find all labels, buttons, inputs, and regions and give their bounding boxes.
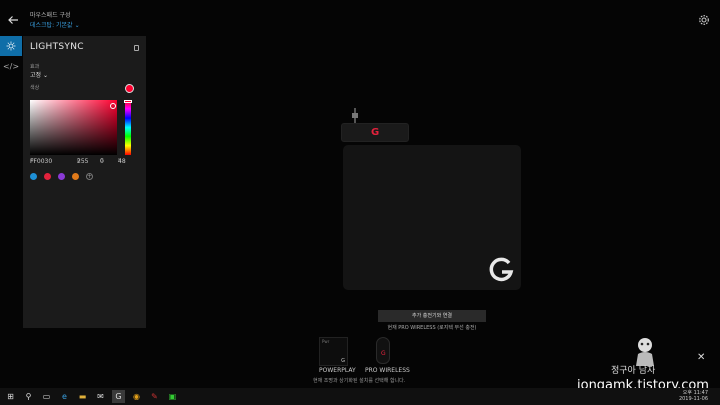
task-view-icon[interactable]: ▭ [40, 390, 53, 403]
mouse-icon: G [376, 337, 390, 364]
back-arrow-icon[interactable] [6, 14, 20, 28]
preset-color-2[interactable] [44, 173, 51, 180]
color-picker-handle[interactable] [110, 103, 116, 109]
chevron-down-icon: ⌄ [74, 22, 80, 29]
device-tag: Pwr [322, 339, 330, 344]
mail-icon[interactable]: ✉ [94, 390, 107, 403]
g-logo-icon: G [341, 358, 345, 364]
code-icon[interactable]: </> [0, 56, 22, 76]
sun-icon [6, 41, 16, 51]
breadcrumb: 마우스패드 구성 [30, 12, 71, 19]
profile-label: 데스크탑: 기본값 [30, 22, 73, 29]
profile-selector[interactable]: 데스크탑: 기본값 ⌄ [30, 20, 80, 29]
charging-dongle[interactable]: G [341, 123, 409, 142]
effect-value: 고정 [30, 72, 42, 79]
preset-color-3[interactable] [58, 173, 65, 180]
watermark-line1: 정구아 남자 [611, 366, 656, 376]
device-label-pro-wireless: PRO WIRELESS [365, 367, 410, 374]
preset-color-1[interactable] [30, 173, 37, 180]
lightsync-panel: LIGHTSYNC 효과 고정 ⌄ 색상 # FF0030 R 255 G 0 … [23, 36, 146, 328]
kakaotalk-icon[interactable]: ▣ [166, 390, 179, 403]
usb-plug [352, 113, 358, 118]
device-powerplay[interactable]: Pwr G [319, 337, 348, 366]
color-label: 색상 [30, 85, 40, 91]
device-pro-wireless[interactable]: G [374, 337, 392, 366]
preset-color-4[interactable] [72, 173, 79, 180]
effect-label: 효과 [30, 64, 40, 70]
app-icon[interactable]: ✎ [148, 390, 161, 403]
g-logo-icon [489, 257, 514, 282]
close-icon[interactable]: ✕ [697, 352, 705, 363]
effect-dropdown[interactable]: 고정 ⌄ [30, 70, 48, 79]
g-logo-icon: G [371, 127, 380, 138]
current-color-swatch[interactable] [125, 84, 134, 93]
hue-slider-handle[interactable] [124, 100, 132, 103]
chevron-down-icon: ⌄ [42, 72, 48, 79]
gear-icon[interactable] [698, 14, 710, 26]
ghub-window: 마우스패드 구성 데스크탑: 기본값 ⌄ </> LIGHTSYNC 효과 고정 … [0, 0, 720, 393]
left-rail: </> [0, 36, 22, 76]
mousepad-image[interactable] [343, 145, 521, 290]
clock[interactable]: 오후 11:47 2019-11-06 [679, 390, 708, 402]
hint-text: 현재 조명과 상기화된 설치를 선택해 합니다. [313, 378, 406, 384]
date: 2019-11-06 [678, 396, 708, 402]
lightsync-tab[interactable] [0, 36, 22, 56]
ghub-taskbar-icon[interactable]: G [112, 390, 125, 403]
color-picker-field[interactable] [30, 100, 117, 155]
status-text: 현재 PRO WIRELESS (로지텍 무선 충전) [387, 325, 477, 331]
lock-icon[interactable] [134, 45, 139, 51]
hue-slider[interactable] [124, 100, 132, 155]
panel-title: LIGHTSYNC [30, 42, 84, 52]
taskbar: ⊞ ⚲ ▭ e ▬ ✉ G ◉ ✎ ▣ 오후 11:47 2019-11-06 [0, 388, 720, 405]
edge-icon[interactable]: e [58, 390, 71, 403]
add-preset-button[interactable]: + [86, 173, 93, 180]
chrome-icon[interactable]: ◉ [130, 390, 143, 403]
search-icon[interactable]: ⚲ [22, 390, 35, 403]
folder-icon[interactable]: ▬ [76, 390, 89, 403]
connect-charger-button[interactable]: 추가 충전기와 연결 [378, 310, 486, 322]
windows-start-icon[interactable]: ⊞ [4, 390, 17, 403]
device-label-powerplay: POWERPLAY [319, 367, 356, 374]
